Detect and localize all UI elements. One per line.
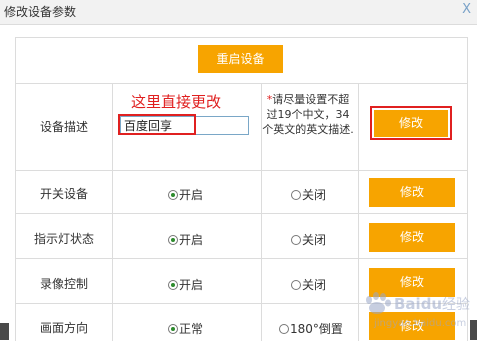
annotation-text: 这里直接更改 [131, 93, 222, 111]
indicator-light-label: 指示灯状态 [33, 232, 94, 246]
indicator-off-radio[interactable]: 关闭 [291, 231, 326, 248]
indicator-on-radio[interactable]: 开启 [168, 231, 203, 248]
close-icon[interactable]: X [462, 2, 471, 17]
description-hint: *请尽量设置不超过19个中文，34个英文的英文描述. [262, 92, 354, 137]
power-label: 开关设备 [39, 187, 88, 201]
dialog-title-bar: 修改设备参数 X [0, 0, 477, 25]
baidu-jingyan-watermark: Baidu 经验 jingyan.baidu.com [366, 292, 470, 329]
svg-text:经验: 经验 [442, 297, 470, 313]
modify-indicator-button[interactable]: 修改 [369, 223, 455, 252]
orientation-normal-label: 正常 [179, 322, 204, 336]
dialog-title: 修改设备参数 [4, 5, 77, 19]
power-on-label: 开启 [179, 188, 204, 202]
indicator-off-label: 关闭 [302, 233, 327, 247]
radio-unselected-icon [291, 234, 301, 245]
description-hint-text: 请尽量设置不超过19个中文，34个英文的英文描述. [262, 93, 354, 136]
indicator-on-label: 开启 [179, 233, 204, 247]
divider [16, 83, 467, 84]
recording-label: 录像控制 [39, 277, 88, 291]
page-edge [470, 320, 477, 340]
device-description-label: 设备描述 [39, 120, 88, 134]
recording-on-radio[interactable]: 开启 [168, 276, 203, 293]
orientation-normal-radio[interactable]: 正常 [168, 320, 203, 337]
highlight-box-button [370, 106, 452, 140]
recording-on-label: 开启 [179, 278, 204, 292]
orientation-label: 画面方向 [39, 321, 88, 335]
recording-off-label: 关闭 [302, 278, 327, 292]
power-off-label: 关闭 [302, 188, 327, 202]
orientation-flip-radio[interactable]: 180°倒置 [279, 320, 343, 337]
recording-off-radio[interactable]: 关闭 [291, 276, 326, 293]
svg-text:jingyan.baidu.com: jingyan.baidu.com [373, 318, 466, 329]
orientation-flip-label: 180°倒置 [290, 322, 343, 336]
svg-text:Baidu: Baidu [394, 295, 442, 313]
highlight-box-input [118, 114, 196, 135]
page-edge [0, 323, 9, 340]
radio-selected-icon [168, 279, 178, 290]
divider [358, 83, 359, 341]
radio-selected-icon [168, 234, 178, 245]
divider [16, 213, 467, 214]
radio-unselected-icon [279, 323, 289, 334]
restart-device-button[interactable]: 重启设备 [198, 45, 283, 73]
divider [16, 258, 467, 259]
power-on-radio[interactable]: 开启 [168, 186, 203, 203]
modify-power-button[interactable]: 修改 [369, 178, 455, 207]
radio-unselected-icon [291, 279, 301, 290]
radio-unselected-icon [291, 189, 301, 200]
radio-selected-icon [168, 189, 178, 200]
radio-selected-icon [168, 323, 178, 334]
divider [16, 170, 467, 171]
divider [112, 83, 113, 341]
power-off-radio[interactable]: 关闭 [291, 186, 326, 203]
